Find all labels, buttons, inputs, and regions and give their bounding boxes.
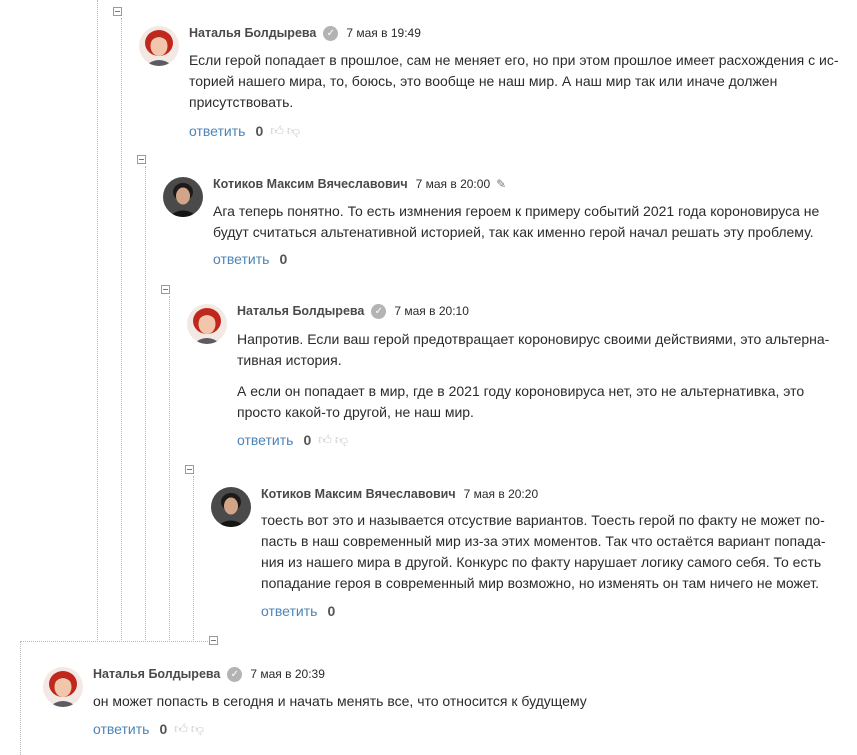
reply-link[interactable]: ответить xyxy=(237,432,293,448)
comment-header: Наталья Болдырева ✓ 7 мая в 20:39 xyxy=(93,666,325,682)
reply-link[interactable]: ответить xyxy=(261,603,317,619)
comment-date[interactable]: 7 мая в 20:10 xyxy=(394,304,469,318)
text-line: пасть в наш современный мир из-за этих м… xyxy=(261,533,826,549)
collapse-toggle-icon[interactable] xyxy=(209,636,218,645)
reply-link[interactable]: ответить xyxy=(93,721,149,737)
rating-score: 0 xyxy=(303,432,312,448)
text-line: он может попасть в сегодня и начать меня… xyxy=(93,693,587,709)
comment-paragraph: он может попасть в сегодня и начать меня… xyxy=(93,691,587,712)
comment-date[interactable]: 7 мая в 20:20 xyxy=(464,487,539,501)
comment-date[interactable]: 7 мая в 19:49 xyxy=(346,26,421,40)
comment-paragraph: А если он попадает в мир, где в 2021 год… xyxy=(237,381,829,423)
thread-line xyxy=(145,166,146,642)
collapse-toggle-icon[interactable] xyxy=(137,155,146,164)
thread-line xyxy=(20,641,21,755)
avatar-man-dark xyxy=(211,487,251,527)
text-line: присутствовать. xyxy=(189,94,294,110)
text-line: торией нашего мира, то, боюсь, это вообщ… xyxy=(189,73,778,89)
avatar[interactable] xyxy=(163,177,203,217)
rating-score: 0 xyxy=(159,721,168,737)
comment-actions: ответить 0 xyxy=(213,251,287,267)
comment-actions: ответить 0 👍︎ 👎︎ xyxy=(93,721,204,737)
thread-separator xyxy=(20,641,208,642)
comment-paragraph: тоесть вот это и называется отсуствие ва… xyxy=(261,510,826,594)
text-line: тоесть вот это и называется отсуствие ва… xyxy=(261,512,825,528)
comment-header: Котиков Максим Вячеславович 7 мая в 20:2… xyxy=(261,487,538,501)
avatar[interactable] xyxy=(43,667,83,707)
comment-text: Напротив. Если ваш герой предотвращает к… xyxy=(237,329,829,423)
reply-link[interactable]: ответить xyxy=(189,123,245,139)
check-icon: ✓ xyxy=(371,303,387,319)
comment-date[interactable]: 7 мая в 20:00 xyxy=(416,177,491,191)
text-line: просто какой-то другой, не наш мир. xyxy=(237,404,474,420)
comment-text: Ага теперь понятно. То есть измнения гер… xyxy=(213,201,819,243)
comment-header: Наталья Болдырева ✓ 7 мая в 20:10 xyxy=(237,303,469,319)
collapse-toggle-icon[interactable] xyxy=(161,285,170,294)
thumbs-down-icon[interactable]: 👎︎ xyxy=(191,721,204,737)
text-line: Если герой попадает в прошлое, сам не ме… xyxy=(189,52,839,68)
comment-paragraph: Если герой попадает в прошлое, сам не ме… xyxy=(189,50,839,113)
pencil-icon: ✎ xyxy=(496,177,507,191)
comment-actions: ответить 0 xyxy=(261,603,335,619)
comment-paragraph: Ага теперь понятно. То есть измнения гер… xyxy=(213,201,819,243)
avatar[interactable] xyxy=(211,487,251,527)
thread-line xyxy=(193,476,194,642)
text-line: А если он попадает в мир, где в 2021 год… xyxy=(237,383,805,399)
text-line: попадание героя в современный мир возмож… xyxy=(261,575,819,591)
comment-date[interactable]: 7 мая в 20:39 xyxy=(250,667,325,681)
comment-actions: ответить 0 👍︎ 👎︎ xyxy=(189,123,300,139)
text-line: тивная история. xyxy=(237,352,342,368)
text-line: Напротив. Если ваш герой предотвращает к… xyxy=(237,331,830,347)
comment-text: он может попасть в сегодня и начать меня… xyxy=(93,691,587,712)
avatar-woman-red-hair xyxy=(43,667,83,707)
check-icon: ✓ xyxy=(227,666,243,682)
collapse-toggle-icon[interactable] xyxy=(113,7,122,16)
avatar-man-dark xyxy=(163,177,203,217)
thumbs-up-icon[interactable]: 👍︎ xyxy=(174,721,188,737)
author-name[interactable]: Наталья Болдырева xyxy=(237,304,364,318)
comment-paragraph: Напротив. Если ваш герой предотвращает к… xyxy=(237,329,829,371)
author-name[interactable]: Котиков Максим Вячеславович xyxy=(261,487,456,501)
comment-actions: ответить 0 👍︎ 👎︎ xyxy=(237,432,348,448)
avatar-woman-red-hair xyxy=(187,304,227,344)
rating-score: 0 xyxy=(279,251,288,267)
text-line: ния из нашего мира в другой. Конкурс по … xyxy=(261,554,822,570)
thumbs-down-icon[interactable]: 👎︎ xyxy=(335,432,348,448)
collapse-toggle-icon[interactable] xyxy=(185,465,194,474)
check-icon: ✓ xyxy=(323,25,339,41)
avatar[interactable] xyxy=(139,26,179,66)
author-name[interactable]: Наталья Болдырева xyxy=(93,667,220,681)
avatar-woman-red-hair xyxy=(139,26,179,66)
text-line: будут считаться альтенативной историей, … xyxy=(213,224,814,240)
comment-text: тоесть вот это и называется отсуствие ва… xyxy=(261,510,826,594)
reply-link[interactable]: ответить xyxy=(213,251,269,267)
comment-header: Наталья Болдырева ✓ 7 мая в 19:49 xyxy=(189,25,421,41)
avatar[interactable] xyxy=(187,304,227,344)
thumbs-up-icon[interactable]: 👍︎ xyxy=(318,432,332,448)
rating-score: 0 xyxy=(255,123,264,139)
thumbs-down-icon[interactable]: 👎︎ xyxy=(287,123,300,139)
rating-score: 0 xyxy=(327,603,336,619)
comment-header: Котиков Максим Вячеславович 7 мая в 20:0… xyxy=(213,177,506,191)
text-line: Ага теперь понятно. То есть измнения гер… xyxy=(213,203,820,219)
thumbs-up-icon[interactable]: 👍︎ xyxy=(270,123,284,139)
thread-line xyxy=(97,0,98,642)
thread-line xyxy=(121,18,122,642)
author-name[interactable]: Наталья Болдырева xyxy=(189,26,316,40)
comment-text: Если герой попадает в прошлое, сам не ме… xyxy=(189,50,839,113)
thread-line xyxy=(169,296,170,642)
author-name[interactable]: Котиков Максим Вячеславович xyxy=(213,177,408,191)
